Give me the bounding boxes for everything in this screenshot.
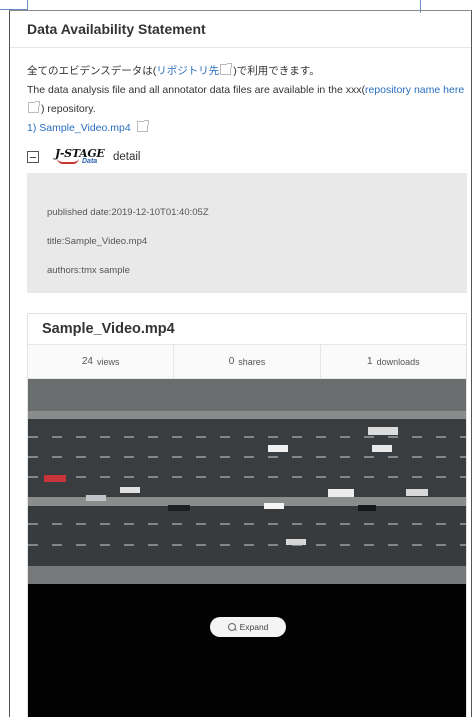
statement-jp: 全てのエビデンスデータは(リポジトリ先 )で利用できます。 <box>27 62 471 81</box>
statement-jp-suffix: )で利用できます。 <box>233 65 320 77</box>
stat-shares-value: 0 <box>228 356 235 367</box>
statement-text: 全てのエビデンスデータは(リポジトリ先 )で利用できます。 The data an… <box>10 48 471 119</box>
video-stats: 24 views 0 shares 1 downloads <box>28 344 466 379</box>
stat-downloads-value: 1 <box>367 356 373 367</box>
file-link[interactable]: 1) Sample_Video.mp4 <box>27 120 150 134</box>
tab-stub-left <box>0 0 28 10</box>
stat-views-label: views <box>96 356 120 367</box>
meta-published-date: published date:2019-12-10T01:40:05Z <box>47 207 209 218</box>
meta-authors: authors:tmx sample <box>47 265 130 276</box>
file-link-label[interactable]: 1) Sample_Video.mp4 <box>27 122 131 134</box>
stat-views-value: 24 <box>81 356 93 367</box>
external-link-icon <box>136 120 149 132</box>
collapse-toggle-icon[interactable] <box>27 151 39 163</box>
video-card: Sample_Video.mp4 24 views 0 shares 1 downlo… <box>27 313 467 717</box>
video-card-title: Sample_Video.mp4 <box>42 321 175 337</box>
repository-link-en[interactable]: repository name here <box>365 84 464 96</box>
expand-button[interactable]: Expand <box>210 617 286 637</box>
expand-button-label: Expand <box>239 622 269 632</box>
search-icon <box>227 623 236 631</box>
video-frame-highway-image <box>28 379 466 584</box>
panel-title: Data Availability Statement <box>27 21 206 37</box>
repository-link-jp[interactable]: リポジトリ先 <box>156 65 219 77</box>
jstage-data-logo: J-STAGE Data <box>55 146 105 168</box>
external-link-icon <box>220 63 233 75</box>
panel-header: Data Availability Statement <box>10 11 471 48</box>
stat-downloads-label: downloads <box>376 356 420 367</box>
statement-en-suffix: ) repository. <box>41 103 96 115</box>
external-link-icon <box>28 101 40 113</box>
statement-jp-prefix: 全てのエビデンスデータは( <box>27 65 157 77</box>
meta-title: title:Sample_Video.mp4 <box>47 236 148 247</box>
detail-label[interactable]: detail <box>113 151 141 163</box>
logo-subtext: Data <box>82 158 98 165</box>
data-availability-panel: Data Availability Statement 全てのエビデンスデータは… <box>9 10 472 717</box>
stat-views: 24 views <box>28 345 175 378</box>
detail-row: J-STAGE Data detail <box>27 146 141 168</box>
stat-shares-label: shares <box>238 356 266 367</box>
statement-en-prefix: The data analysis file and all annotator… <box>27 84 365 96</box>
stat-shares: 0 shares <box>174 345 321 378</box>
logo-swoosh-icon <box>57 158 79 164</box>
stat-downloads: 1 downloads <box>321 345 466 378</box>
metadata-box: published date:2019-12-10T01:40:05Z titl… <box>27 173 467 293</box>
statement-en: The data analysis file and all annotator… <box>27 81 471 119</box>
